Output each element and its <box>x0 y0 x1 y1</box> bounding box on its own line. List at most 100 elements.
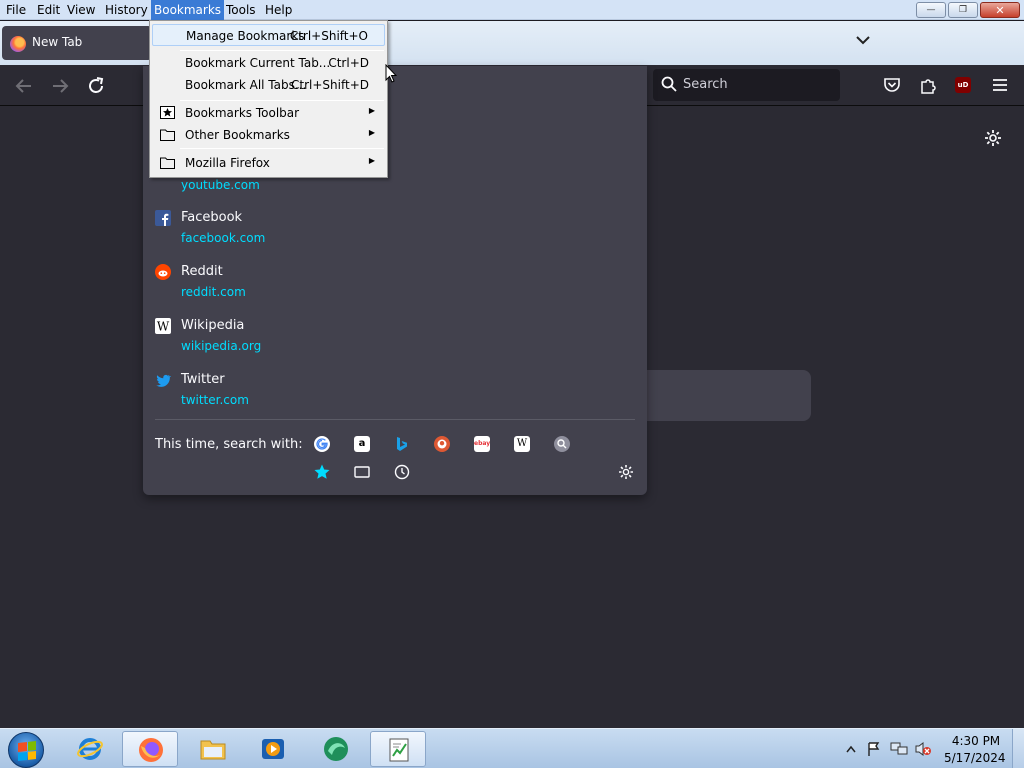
forward-arrow-icon[interactable] <box>48 74 72 98</box>
bing-engine-icon[interactable] <box>394 436 410 452</box>
show-hidden-icons-chevron-icon[interactable] <box>846 745 856 753</box>
taskbar-media-player[interactable] <box>245 731 301 767</box>
suggestion-url: reddit.com <box>181 285 246 299</box>
show-desktop-button[interactable] <box>1012 729 1024 768</box>
menu-item-label: Bookmark Current Tab... <box>185 56 331 70</box>
network-icon[interactable] <box>890 741 908 757</box>
bookmark-current-tab-item[interactable]: Bookmark Current Tab... Ctrl+D <box>152 52 385 74</box>
menu-help[interactable]: Help <box>262 0 295 20</box>
menu-separator <box>180 50 384 51</box>
taskbar: 4:30 PM 5/17/2024 <box>0 728 1024 768</box>
windows-logo-icon <box>18 741 36 761</box>
svg-text:W: W <box>157 320 170 334</box>
search-icon <box>661 76 677 92</box>
search-engine-icon[interactable] <box>554 436 570 452</box>
action-center-flag-icon[interactable] <box>866 741 882 757</box>
suggestion-url: facebook.com <box>181 231 266 245</box>
hamburger-menu-icon[interactable] <box>990 75 1010 95</box>
menu-item-label: Manage Bookmarks <box>186 29 305 43</box>
suggestion-url: twitter.com <box>181 393 249 407</box>
tab-title: New Tab <box>32 35 83 49</box>
internet-explorer-icon <box>77 738 103 760</box>
clock-time[interactable]: 4:30 PM <box>948 734 1004 748</box>
system-tray: 4:30 PM 5/17/2024 <box>840 729 1024 768</box>
search-bar[interactable]: Search <box>653 69 840 101</box>
taskbar-file-explorer[interactable] <box>185 731 241 767</box>
bookmarks-toolbar-icon <box>160 106 175 119</box>
menu-item-shortcut: Ctrl+Shift+D <box>291 78 369 92</box>
taskbar-notepad-app[interactable] <box>370 731 426 767</box>
suggestion-facebook[interactable]: Facebook facebook.com <box>155 210 625 254</box>
restore-button[interactable]: ❐ <box>948 2 978 18</box>
search-placeholder: Search <box>683 77 728 92</box>
bookmark-all-tabs-item[interactable]: Bookmark All Tabs... Ctrl+Shift+D <box>152 74 385 96</box>
suggestion-reddit[interactable]: Reddit reddit.com <box>155 264 625 308</box>
start-button[interactable] <box>8 732 44 768</box>
submenu-arrow-icon: ▶ <box>368 156 375 165</box>
facebook-icon <box>155 210 171 226</box>
list-all-tabs-chevron-icon[interactable] <box>856 35 870 45</box>
menu-edit[interactable]: Edit <box>34 0 63 20</box>
menu-view[interactable]: View <box>64 0 98 20</box>
bookmarks-menu: Manage Bookmarks Ctrl+Shift+O Bookmark C… <box>149 20 388 178</box>
menu-item-label: Bookmarks Toolbar <box>185 106 300 120</box>
bookmarks-star-icon[interactable] <box>313 463 331 481</box>
wikipedia-icon: W <box>155 318 171 334</box>
menu-separator <box>180 100 384 101</box>
mouse-cursor-icon <box>385 64 397 83</box>
menu-item-label: Other Bookmarks <box>185 128 290 142</box>
tab-new-tab[interactable]: New Tab <box>2 26 152 60</box>
close-button[interactable]: ✕ <box>980 2 1020 18</box>
menu-bookmarks[interactable]: Bookmarks <box>151 0 225 20</box>
manage-bookmarks-item[interactable]: Manage Bookmarks Ctrl+Shift+O <box>152 24 385 46</box>
notepad-icon <box>389 738 409 762</box>
menu-bar: File Edit View History Bookmarks Tools H… <box>0 0 1024 20</box>
page-search-box[interactable] <box>645 370 811 421</box>
duckduckgo-engine-icon[interactable] <box>434 436 450 452</box>
clock-date[interactable]: 5/17/2024 <box>944 751 1006 765</box>
reload-icon[interactable] <box>84 74 108 98</box>
twitter-icon <box>156 374 171 387</box>
volume-muted-icon[interactable] <box>914 741 932 757</box>
page-settings-gear-icon[interactable] <box>983 128 1003 148</box>
folder-icon <box>160 157 175 169</box>
suggestion-twitter[interactable]: Twitter twitter.com <box>155 372 625 416</box>
suggestion-wikipedia[interactable]: W Wikipedia wikipedia.org <box>155 318 625 362</box>
ebay-engine-icon[interactable]: ebay <box>474 436 490 452</box>
search-with-label: This time, search with: <box>155 437 303 452</box>
menu-tools[interactable]: Tools <box>223 0 259 20</box>
menu-item-label: Mozilla Firefox <box>185 156 270 170</box>
taskbar-internet-explorer[interactable] <box>62 731 118 767</box>
tabs-icon[interactable] <box>353 463 371 481</box>
submenu-arrow-icon: ▶ <box>368 128 375 137</box>
menu-file[interactable]: File <box>3 0 29 20</box>
minimize-button[interactable]: — <box>916 2 946 18</box>
green-app-icon <box>324 737 348 761</box>
other-bookmarks-item[interactable]: Other Bookmarks ▶ <box>152 124 385 146</box>
menu-item-shortcut: Ctrl+Shift+O <box>289 29 368 43</box>
mozilla-firefox-item[interactable]: Mozilla Firefox ▶ <box>152 152 385 174</box>
taskbar-firefox[interactable] <box>122 731 178 767</box>
history-clock-icon[interactable] <box>393 463 411 481</box>
window-controls: — ❐ ✕ <box>916 2 1020 18</box>
menu-history[interactable]: History <box>102 0 151 20</box>
back-arrow-icon[interactable] <box>12 74 36 98</box>
submenu-arrow-icon: ▶ <box>368 106 375 115</box>
reddit-icon <box>155 264 171 280</box>
suggestion-url: youtube.com <box>181 178 260 192</box>
wikipedia-engine-icon[interactable]: W <box>514 436 530 452</box>
suggestion-title: Wikipedia <box>181 318 245 333</box>
taskbar-green-app[interactable] <box>308 731 364 767</box>
folder-icon <box>160 129 175 141</box>
divider <box>155 419 635 420</box>
bookmarks-toolbar-item[interactable]: Bookmarks Toolbar ▶ <box>152 102 385 124</box>
search-settings-gear-icon[interactable] <box>617 463 635 481</box>
ublock-origin-icon[interactable]: uD <box>955 77 971 93</box>
pocket-icon[interactable] <box>882 75 902 95</box>
extensions-puzzle-icon[interactable] <box>918 75 938 95</box>
suggestion-title: Twitter <box>181 372 225 387</box>
suggestion-title: Facebook <box>181 210 243 225</box>
amazon-engine-icon[interactable]: a <box>354 436 370 452</box>
menu-separator <box>180 148 384 149</box>
google-engine-icon[interactable] <box>314 436 330 452</box>
